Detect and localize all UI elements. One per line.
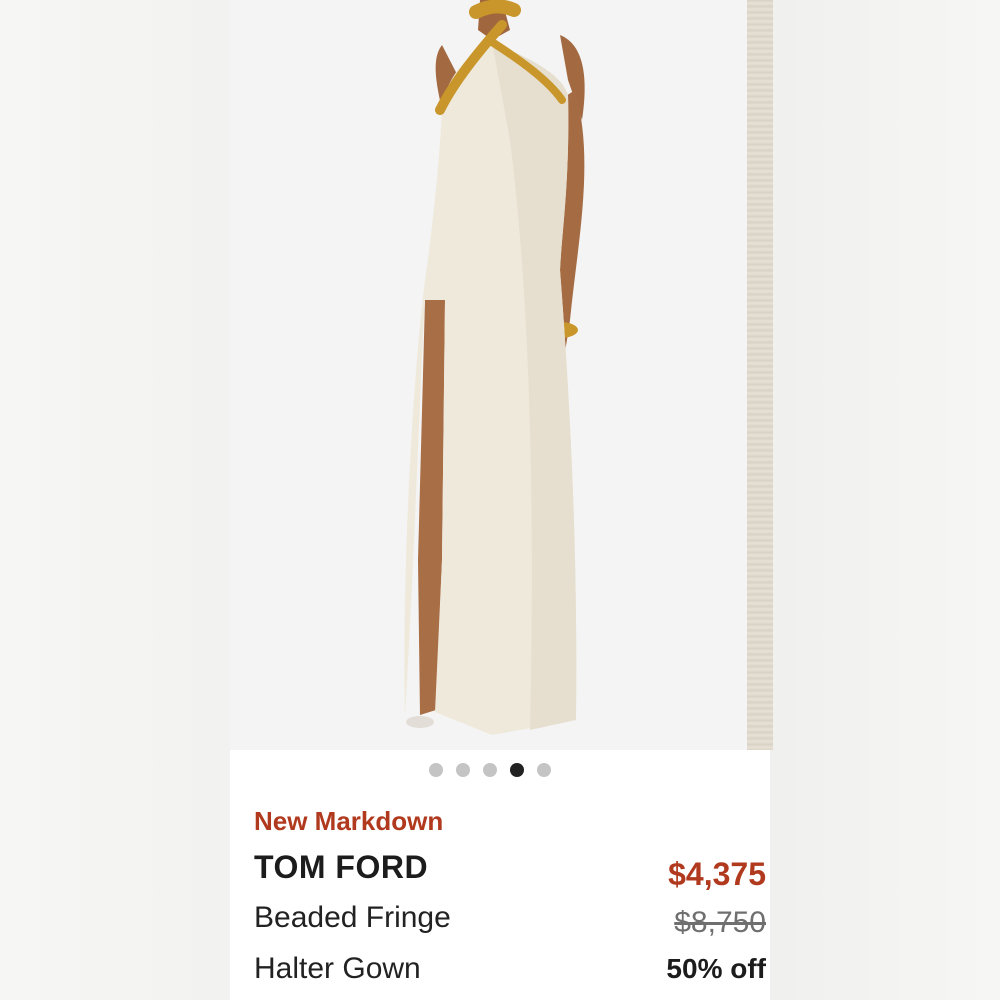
carousel-dot[interactable] xyxy=(483,763,497,777)
carousel-dots xyxy=(230,763,770,781)
carousel-dot[interactable] xyxy=(429,763,443,777)
background-right xyxy=(770,0,1000,1000)
carousel-dot[interactable] xyxy=(537,763,551,777)
product-title-line1[interactable]: Beaded Fringe xyxy=(254,901,451,935)
brand-name[interactable]: TOM FORD xyxy=(254,849,428,886)
sale-price: $4,375 xyxy=(668,856,766,892)
markdown-badge: New Markdown xyxy=(254,806,444,836)
carousel-dot-active[interactable] xyxy=(510,763,524,777)
product-card[interactable]: New Markdown TOM FORD Beaded Fringe Halt… xyxy=(230,0,770,1000)
carousel-dot[interactable] xyxy=(456,763,470,777)
discount-label: 50% off xyxy=(666,953,766,984)
original-price: $8,750 xyxy=(674,906,766,939)
adjacent-image-edge xyxy=(747,0,773,750)
product-title-line2[interactable]: Halter Gown xyxy=(254,952,421,986)
gown-illustration xyxy=(230,0,747,750)
product-image[interactable] xyxy=(230,0,747,750)
background-left xyxy=(0,0,230,1000)
